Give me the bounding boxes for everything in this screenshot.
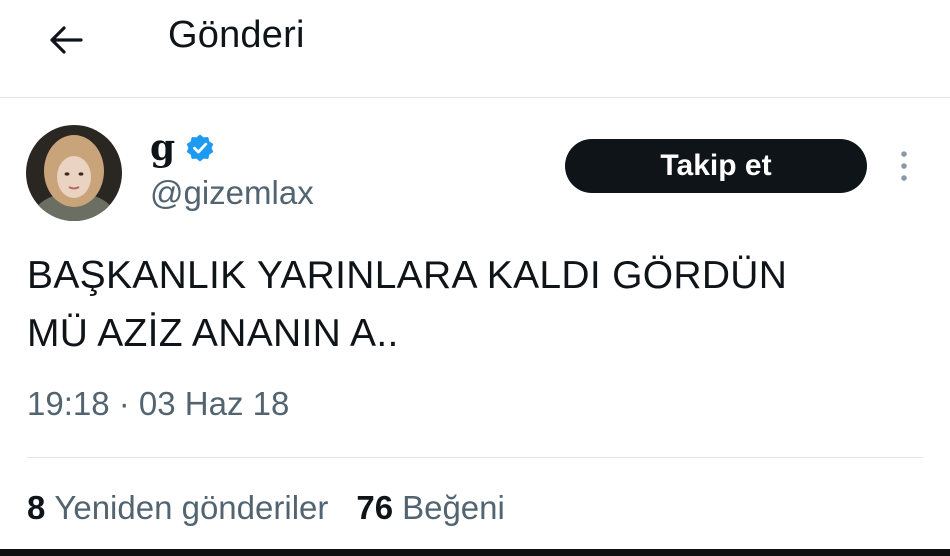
bottom-edge xyxy=(0,549,950,556)
more-vertical-icon[interactable] xyxy=(894,146,914,186)
verified-badge-icon xyxy=(186,134,214,162)
page-title: Gönderi xyxy=(168,14,305,56)
avatar[interactable] xyxy=(26,125,122,221)
divider xyxy=(27,457,923,458)
post-timestamp[interactable]: 19:18 · 03 Haz 18 xyxy=(27,385,289,423)
author-name-row: g xyxy=(150,122,215,174)
post-stats: 8 Yeniden gönderiler 76 Beğeni xyxy=(27,489,505,527)
likes-label: Beğeni xyxy=(402,489,505,526)
post-header: Gönderi xyxy=(0,0,950,98)
retweets-label: Yeniden gönderiler xyxy=(54,489,329,526)
likes-stat[interactable]: 76 Beğeni xyxy=(356,489,504,527)
author-handle[interactable]: @gizemlax xyxy=(150,174,314,212)
post-text: BAŞKANLIK YARINLARA KALDI GÖRDÜN MÜ AZİZ… xyxy=(27,254,788,355)
arrow-left-icon xyxy=(50,26,83,54)
back-button[interactable] xyxy=(40,18,92,62)
retweets-count: 8 xyxy=(27,489,46,526)
likes-count: 76 xyxy=(356,489,394,526)
display-name[interactable]: g xyxy=(150,127,175,169)
follow-button[interactable]: Takip et xyxy=(565,139,867,193)
retweets-stat[interactable]: 8 Yeniden gönderiler xyxy=(27,489,328,527)
